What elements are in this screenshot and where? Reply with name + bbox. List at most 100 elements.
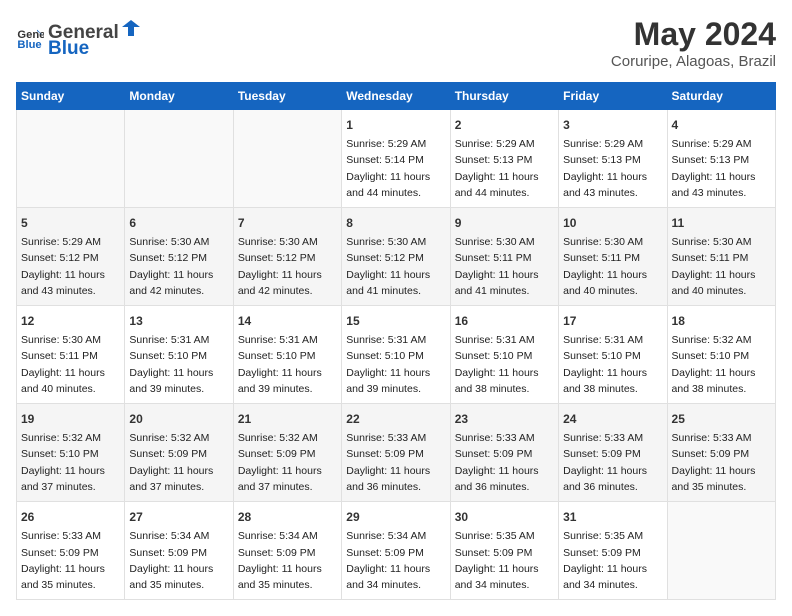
day-info: Sunrise: 5:29 AMSunset: 5:14 PMDaylight:… bbox=[346, 136, 445, 201]
day-number: 21 bbox=[238, 410, 337, 428]
calendar-cell: 21Sunrise: 5:32 AMSunset: 5:09 PMDayligh… bbox=[233, 404, 341, 502]
calendar-body: 1Sunrise: 5:29 AMSunset: 5:14 PMDaylight… bbox=[17, 110, 776, 600]
calendar-cell: 7Sunrise: 5:30 AMSunset: 5:12 PMDaylight… bbox=[233, 208, 341, 306]
calendar-cell: 6 Sunrise: 5:30 AMSunset: 5:12 PMDaylight… bbox=[125, 208, 233, 306]
header-row: SundayMondayTuesdayWednesdayThursdayFrid… bbox=[17, 83, 776, 110]
calendar-cell: 4 Sunrise: 5:29 AMSunset: 5:13 PMDaylight… bbox=[667, 110, 775, 208]
calendar-cell: 13 Sunrise: 5:31 AMSunset: 5:10 PMDayligh… bbox=[125, 306, 233, 404]
calendar-table: SundayMondayTuesdayWednesdayThursdayFrid… bbox=[16, 82, 776, 600]
day-info: Sunrise: 5:30 AMSunset: 5:11 PMDaylight:… bbox=[21, 332, 120, 397]
calendar-cell bbox=[667, 502, 775, 600]
calendar-cell bbox=[17, 110, 125, 208]
calendar-cell: 25Sunrise: 5:33 AMSunset: 5:09 PMDayligh… bbox=[667, 404, 775, 502]
day-info: Sunrise: 5:31 AMSunset: 5:10 PMDaylight:… bbox=[455, 332, 554, 397]
header-day-saturday: Saturday bbox=[667, 83, 775, 110]
calendar-cell: 2 Sunrise: 5:29 AMSunset: 5:13 PMDaylight… bbox=[450, 110, 558, 208]
header-day-thursday: Thursday bbox=[450, 83, 558, 110]
week-row-4: 19 Sunrise: 5:32 AMSunset: 5:10 PMDayligh… bbox=[17, 404, 776, 502]
header-day-wednesday: Wednesday bbox=[342, 83, 450, 110]
day-number: 4 bbox=[672, 116, 771, 134]
day-info: Sunrise: 5:32 AMSunset: 5:10 PMDaylight:… bbox=[672, 332, 771, 397]
day-info: Sunrise: 5:33 AMSunset: 5:09 PMDaylight:… bbox=[563, 430, 662, 495]
day-number: 26 bbox=[21, 508, 120, 526]
calendar-cell: 27Sunrise: 5:34 AMSunset: 5:09 PMDayligh… bbox=[125, 502, 233, 600]
day-info: Sunrise: 5:31 AMSunset: 5:10 PMDaylight:… bbox=[563, 332, 662, 397]
day-info: Sunrise: 5:30 AMSunset: 5:11 PMDaylight:… bbox=[672, 234, 771, 299]
day-number: 30 bbox=[455, 508, 554, 526]
calendar-cell: 18 Sunrise: 5:32 AMSunset: 5:10 PMDayligh… bbox=[667, 306, 775, 404]
calendar-cell: 24 Sunrise: 5:33 AMSunset: 5:09 PMDayligh… bbox=[559, 404, 667, 502]
day-number: 17 bbox=[563, 312, 662, 330]
header-day-friday: Friday bbox=[559, 83, 667, 110]
page-header: General Blue General Blue May 2024 Corur… bbox=[16, 16, 776, 70]
calendar-cell: 8 Sunrise: 5:30 AMSunset: 5:12 PMDaylight… bbox=[342, 208, 450, 306]
day-info: Sunrise: 5:30 AMSunset: 5:12 PMDaylight:… bbox=[129, 234, 228, 299]
day-info: Sunrise: 5:31 AMSunset: 5:10 PMDaylight:… bbox=[346, 332, 445, 397]
logo-icon: General Blue bbox=[16, 24, 44, 52]
day-number: 28 bbox=[238, 508, 337, 526]
day-number: 10 bbox=[563, 214, 662, 232]
header-day-sunday: Sunday bbox=[17, 83, 125, 110]
day-info: Sunrise: 5:29 AMSunset: 5:13 PMDaylight:… bbox=[455, 136, 554, 201]
day-info: Sunrise: 5:33 AMSunset: 5:09 PMDaylight:… bbox=[21, 528, 120, 593]
day-info: Sunrise: 5:32 AMSunset: 5:10 PMDaylight:… bbox=[21, 430, 120, 495]
calendar-cell: 31Sunrise: 5:35 AMSunset: 5:09 PMDayligh… bbox=[559, 502, 667, 600]
calendar-cell bbox=[233, 110, 341, 208]
day-info: Sunrise: 5:33 AMSunset: 5:09 PMDaylight:… bbox=[346, 430, 445, 495]
day-number: 18 bbox=[672, 312, 771, 330]
day-number: 14 bbox=[238, 312, 337, 330]
day-number: 8 bbox=[346, 214, 445, 232]
calendar-cell: 19 Sunrise: 5:32 AMSunset: 5:10 PMDayligh… bbox=[17, 404, 125, 502]
day-info: Sunrise: 5:35 AMSunset: 5:09 PMDaylight:… bbox=[455, 528, 554, 593]
calendar-cell: 15 Sunrise: 5:31 AMSunset: 5:10 PMDayligh… bbox=[342, 306, 450, 404]
calendar-cell: 1Sunrise: 5:29 AMSunset: 5:14 PMDaylight… bbox=[342, 110, 450, 208]
calendar-cell: 29Sunrise: 5:34 AMSunset: 5:09 PMDayligh… bbox=[342, 502, 450, 600]
day-number: 22 bbox=[346, 410, 445, 428]
day-info: Sunrise: 5:34 AMSunset: 5:09 PMDaylight:… bbox=[346, 528, 445, 593]
calendar-cell: 12 Sunrise: 5:30 AMSunset: 5:11 PMDayligh… bbox=[17, 306, 125, 404]
logo-arrow-icon bbox=[120, 16, 142, 38]
day-number: 6 bbox=[129, 214, 228, 232]
day-info: Sunrise: 5:33 AMSunset: 5:09 PMDaylight:… bbox=[455, 430, 554, 495]
day-number: 12 bbox=[21, 312, 120, 330]
day-info: Sunrise: 5:31 AMSunset: 5:10 PMDaylight:… bbox=[129, 332, 228, 397]
page-title: May 2024 bbox=[611, 16, 776, 53]
calendar-cell: 22 Sunrise: 5:33 AMSunset: 5:09 PMDayligh… bbox=[342, 404, 450, 502]
day-info: Sunrise: 5:29 AMSunset: 5:13 PMDaylight:… bbox=[563, 136, 662, 201]
day-number: 19 bbox=[21, 410, 120, 428]
day-info: Sunrise: 5:34 AMSunset: 5:09 PMDaylight:… bbox=[238, 528, 337, 593]
calendar-cell: 14Sunrise: 5:31 AMSunset: 5:10 PMDayligh… bbox=[233, 306, 341, 404]
day-number: 5 bbox=[21, 214, 120, 232]
day-number: 20 bbox=[129, 410, 228, 428]
day-info: Sunrise: 5:33 AMSunset: 5:09 PMDaylight:… bbox=[672, 430, 771, 495]
day-info: Sunrise: 5:30 AMSunset: 5:11 PMDaylight:… bbox=[563, 234, 662, 299]
calendar-cell: 17 Sunrise: 5:31 AMSunset: 5:10 PMDayligh… bbox=[559, 306, 667, 404]
week-row-3: 12 Sunrise: 5:30 AMSunset: 5:11 PMDayligh… bbox=[17, 306, 776, 404]
header-day-tuesday: Tuesday bbox=[233, 83, 341, 110]
calendar-cell: 11Sunrise: 5:30 AMSunset: 5:11 PMDayligh… bbox=[667, 208, 775, 306]
calendar-cell: 20 Sunrise: 5:32 AMSunset: 5:09 PMDayligh… bbox=[125, 404, 233, 502]
day-info: Sunrise: 5:30 AMSunset: 5:12 PMDaylight:… bbox=[346, 234, 445, 299]
day-number: 15 bbox=[346, 312, 445, 330]
day-number: 3 bbox=[563, 116, 662, 134]
day-number: 31 bbox=[563, 508, 662, 526]
page-subtitle: Coruripe, Alagoas, Brazil bbox=[611, 53, 776, 70]
day-number: 13 bbox=[129, 312, 228, 330]
day-number: 9 bbox=[455, 214, 554, 232]
day-number: 24 bbox=[563, 410, 662, 428]
calendar-cell: 3 Sunrise: 5:29 AMSunset: 5:13 PMDaylight… bbox=[559, 110, 667, 208]
day-info: Sunrise: 5:34 AMSunset: 5:09 PMDaylight:… bbox=[129, 528, 228, 593]
title-block: May 2024 Coruripe, Alagoas, Brazil bbox=[611, 16, 776, 70]
day-info: Sunrise: 5:32 AMSunset: 5:09 PMDaylight:… bbox=[129, 430, 228, 495]
day-number: 2 bbox=[455, 116, 554, 134]
day-info: Sunrise: 5:29 AMSunset: 5:12 PMDaylight:… bbox=[21, 234, 120, 299]
calendar-cell: 26 Sunrise: 5:33 AMSunset: 5:09 PMDayligh… bbox=[17, 502, 125, 600]
logo: General Blue General Blue bbox=[16, 16, 143, 60]
day-number: 16 bbox=[455, 312, 554, 330]
calendar-cell: 23Sunrise: 5:33 AMSunset: 5:09 PMDayligh… bbox=[450, 404, 558, 502]
week-row-1: 1Sunrise: 5:29 AMSunset: 5:14 PMDaylight… bbox=[17, 110, 776, 208]
calendar-cell: 30 Sunrise: 5:35 AMSunset: 5:09 PMDayligh… bbox=[450, 502, 558, 600]
day-info: Sunrise: 5:29 AMSunset: 5:13 PMDaylight:… bbox=[672, 136, 771, 201]
calendar-cell: 28 Sunrise: 5:34 AMSunset: 5:09 PMDayligh… bbox=[233, 502, 341, 600]
day-info: Sunrise: 5:30 AMSunset: 5:11 PMDaylight:… bbox=[455, 234, 554, 299]
